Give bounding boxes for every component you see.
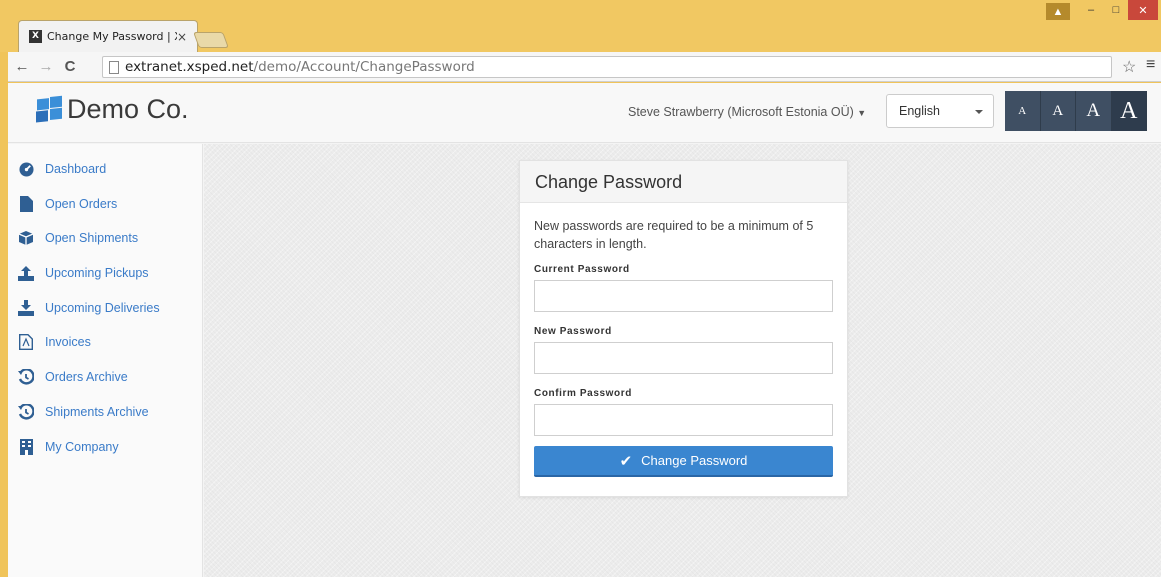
font-size-medium-button[interactable]: A	[1040, 91, 1076, 131]
forward-icon[interactable]: →	[36, 58, 56, 75]
building-icon	[18, 439, 34, 455]
browser-toolbar: ← → C extranet.xsped.net/demo/Account/Ch…	[8, 52, 1161, 82]
change-password-panel: Change Password New passwords are requir…	[519, 160, 848, 497]
logo-icon	[36, 95, 64, 124]
user-menu[interactable]: Steve Strawberry (Microsoft Estonia OÜ) …	[628, 105, 866, 119]
current-password-input[interactable]	[534, 280, 833, 312]
close-icon[interactable]: ✕	[1128, 0, 1158, 20]
chevron-down-icon: ▼	[857, 108, 867, 118]
password-requirement-note: New passwords are required to be a minim…	[534, 219, 814, 251]
page-icon	[109, 60, 119, 74]
url-path: /demo/Account/ChangePassword	[253, 59, 475, 75]
new-password-label: New Password	[534, 326, 612, 337]
panel-body: New passwords are required to be a minim…	[520, 203, 847, 477]
back-icon[interactable]: ←	[12, 58, 32, 75]
sidebar-item-upcoming-deliveries[interactable]: Upcoming Deliveries	[18, 298, 160, 318]
sidebar-item-upcoming-pickups[interactable]: Upcoming Pickups	[18, 263, 149, 283]
sidebar-item-label: Invoices	[45, 335, 91, 349]
font-size-small-button[interactable]: A	[1005, 91, 1041, 131]
change-password-button[interactable]: ✔ Change Password	[534, 446, 833, 477]
sidebar: Dashboard Open Orders Open Shipments Upc…	[8, 144, 203, 577]
tab-close-icon[interactable]: ×	[177, 30, 187, 44]
url-host: extranet.xsped.net	[125, 59, 254, 75]
sidebar-item-label: Open Shipments	[45, 231, 139, 245]
sidebar-item-shipments-archive[interactable]: Shipments Archive	[18, 402, 149, 422]
browser-tab[interactable]: X Change My Password | XS ×	[18, 20, 198, 52]
panel-title: Change Password	[520, 161, 847, 203]
font-size-xlarge-button[interactable]: A	[1111, 91, 1147, 131]
language-value: English	[899, 104, 940, 118]
app-window: Demo Co. Steve Strawberry (Microsoft Est…	[8, 83, 1161, 577]
sidebar-item-open-orders[interactable]: Open Orders	[18, 194, 117, 214]
checkmark-icon: ✔	[619, 452, 633, 470]
sidebar-item-label: Upcoming Pickups	[45, 266, 149, 280]
main-content: Change Password New passwords are requir…	[204, 144, 1161, 577]
history-icon	[18, 369, 34, 385]
reload-icon[interactable]: C	[60, 58, 80, 75]
sidebar-item-label: Open Orders	[45, 197, 118, 211]
browser-titlebar: X Change My Password | XS × ▲ – □ ✕	[0, 0, 1161, 52]
sidebar-item-label: Shipments Archive	[45, 405, 149, 419]
new-password-input[interactable]	[534, 342, 833, 374]
sidebar-item-invoices[interactable]: Invoices	[18, 332, 91, 352]
logo[interactable]: Demo Co.	[36, 94, 189, 125]
sidebar-item-orders-archive[interactable]: Orders Archive	[18, 367, 128, 387]
language-select[interactable]: English	[886, 94, 994, 128]
sidebar-item-label: Orders Archive	[45, 370, 128, 384]
sidebar-item-dashboard[interactable]: Dashboard	[18, 159, 106, 179]
caret-down-icon	[975, 110, 983, 114]
menu-icon[interactable]: ≡	[1146, 56, 1155, 74]
file-icon	[18, 196, 34, 212]
sidebar-item-label: My Company	[45, 440, 119, 454]
change-password-button-label: Change Password	[641, 453, 748, 468]
current-password-label: Current Password	[534, 264, 630, 275]
user-profile-icon[interactable]: ▲	[1046, 3, 1070, 20]
font-size-large-button[interactable]: A	[1076, 91, 1112, 131]
sidebar-item-label: Dashboard	[45, 162, 107, 176]
dashboard-icon	[18, 161, 34, 177]
sidebar-item-open-shipments[interactable]: Open Shipments	[18, 228, 138, 248]
favicon-icon: X	[29, 30, 42, 43]
user-name: Steve Strawberry (Microsoft Estonia OÜ)	[628, 105, 854, 119]
font-size-switcher: A A A A	[1005, 91, 1147, 131]
download-icon	[18, 300, 34, 316]
maximize-icon[interactable]: □	[1104, 0, 1128, 20]
history-icon	[18, 404, 34, 420]
logo-text: Demo Co.	[67, 94, 189, 124]
address-bar[interactable]: extranet.xsped.net/demo/Account/ChangePa…	[102, 56, 1112, 78]
confirm-password-label: Confirm Password	[534, 388, 632, 399]
confirm-password-input[interactable]	[534, 404, 833, 436]
new-tab-button[interactable]	[193, 32, 229, 48]
app-header: Demo Co. Steve Strawberry (Microsoft Est…	[8, 83, 1161, 143]
minimize-icon[interactable]: –	[1078, 0, 1104, 20]
sidebar-item-label: Upcoming Deliveries	[45, 301, 160, 315]
sidebar-item-my-company[interactable]: My Company	[18, 437, 119, 457]
box-icon	[18, 230, 34, 246]
pdf-icon	[18, 334, 34, 350]
bookmark-star-icon[interactable]: ☆	[1122, 57, 1136, 77]
tab-title: Change My Password | XS	[47, 30, 177, 43]
upload-icon	[18, 265, 34, 281]
